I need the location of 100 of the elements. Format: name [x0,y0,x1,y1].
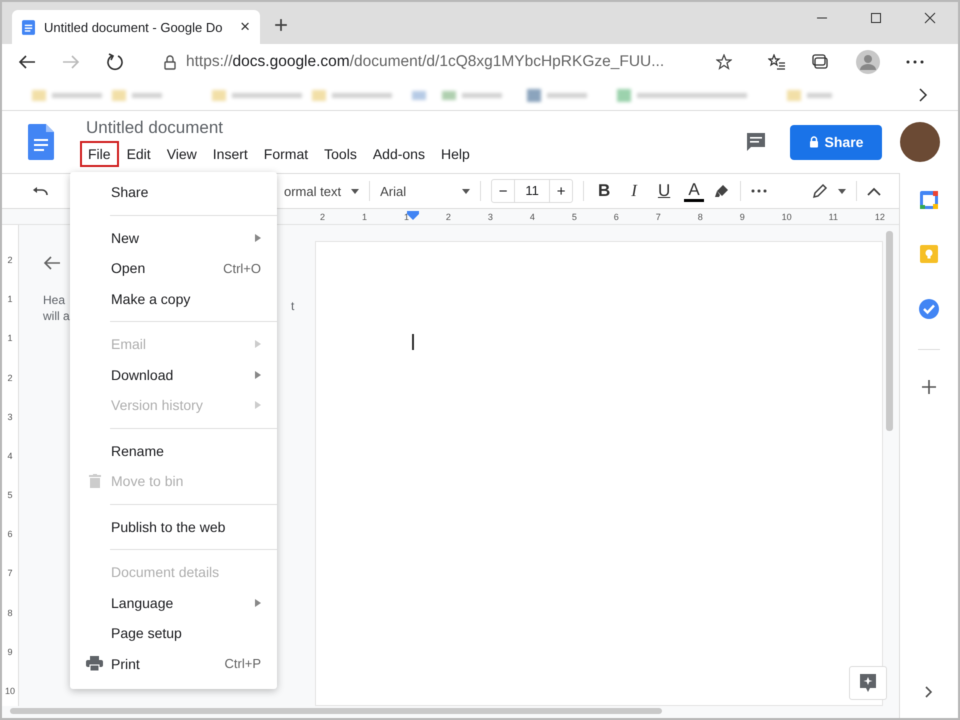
ruler-number: 2 [7,372,12,383]
browser-tab[interactable]: Untitled document - Google Do × [12,10,260,44]
outline-hint-text: Hea [43,293,66,307]
text-cursor [412,334,414,350]
document-title[interactable]: Untitled document [80,118,224,138]
trash-icon [88,474,100,488]
highlighter-icon[interactable] [714,183,730,199]
italic-button[interactable]: I [624,181,644,201]
menu-item[interactable]: Language [70,588,277,618]
profile-avatar-icon[interactable] [856,50,880,74]
menu-item[interactable]: New [70,222,277,253]
ruler-number: 11 [828,212,838,222]
chevron-right-icon[interactable] [925,686,933,698]
maximize-icon[interactable] [870,12,882,24]
font-size-field[interactable]: 11 [514,180,550,202]
ruler-number: 7 [7,568,12,578]
ruler-number: 10 [4,686,15,696]
printer-icon [86,656,103,672]
menu-item[interactable]: Add-ons [364,140,433,166]
menu-item[interactable]: Help [432,140,478,166]
menu-item[interactable]: Open Ctrl+O [70,253,277,284]
menu-item[interactable]: Format [256,140,316,166]
menu-item[interactable]: Insert [204,140,256,166]
indent-marker-icon[interactable] [407,211,419,221]
document-icon [22,20,35,34]
menu-item[interactable]: Make a copy [70,284,277,314]
comment-icon[interactable] [746,132,766,152]
ruler-number: 2 [320,212,326,222]
ruler-number: 7 [656,212,661,222]
ruler-number: 8 [7,608,12,618]
tab-title: Untitled document - Google Do [44,20,224,34]
close-tab-button[interactable]: × [240,17,250,37]
lock-icon [808,136,819,148]
checkmark-circle-icon[interactable] [919,299,939,319]
ruler-number: 3 [488,212,493,222]
ruler-number: 8 [698,212,703,222]
ruler-number: 1 [404,212,409,222]
outline-hint-text: will a [43,309,70,323]
more-options-icon[interactable] [751,189,768,193]
add-icon[interactable] [922,380,936,394]
ruler-number: 9 [740,212,745,222]
star-icon[interactable] [716,54,732,70]
menu-item[interactable]: File [80,140,119,166]
caret-icon[interactable] [838,188,846,194]
vertical-scrollbar[interactable] [886,231,893,431]
ruler-number: 2 [7,255,12,265]
bold-button[interactable]: B [594,181,614,201]
ruler-number: 12 [874,212,885,222]
decrease-size-button[interactable]: − [492,182,514,200]
favorites-icon[interactable] [768,54,786,70]
chevron-right-icon[interactable] [918,88,928,102]
pencil-icon[interactable] [812,183,828,199]
caret-icon[interactable] [462,188,470,194]
more-options-icon[interactable] [906,60,924,64]
menu-item[interactable]: Download [70,360,277,390]
menu-item[interactable]: Print Ctrl+P [70,648,277,679]
ruler-number: 6 [614,212,619,222]
increase-size-button[interactable]: + [550,182,572,200]
ruler-number: 10 [782,212,792,222]
ruler-number: 4 [7,450,12,461]
ruler-number: 6 [7,529,12,540]
menu-item[interactable]: Page setup [70,618,277,648]
collections-icon[interactable] [812,54,830,70]
menu-item[interactable]: Tools [316,140,365,166]
new-tab-button[interactable]: + [274,14,288,38]
ruler-number: 1 [362,212,367,222]
ruler-number: 1 [7,294,12,304]
ruler-number: 3 [7,412,12,422]
url-text: https://docs.google.com/document/d/1cQ8xg1MYbcHpRKGze_FUU... [186,53,666,71]
back-arrow-icon[interactable] [18,54,36,70]
ruler-number: 5 [7,490,12,500]
menu-item[interactable]: Edit [118,140,159,166]
back-arrow-icon[interactable] [43,255,61,271]
ruler-number: 4 [530,212,535,222]
menu-item[interactable]: Publish to the web [70,512,277,542]
share-button[interactable]: Share [790,124,882,160]
ruler-number: 1 [7,333,12,344]
calendar-icon[interactable] [920,191,938,209]
undo-icon[interactable] [32,186,48,196]
ruler-number: 5 [572,212,577,222]
avatar-placeholder[interactable] [900,122,940,162]
menu-item[interactable]: Rename [70,436,277,466]
underline-button[interactable]: U [654,181,674,201]
paragraph-style-dropdown[interactable]: ormal text [284,184,342,198]
horizontal-scrollbar[interactable] [10,708,662,714]
collapse-chevron-icon[interactable] [867,186,881,196]
sparkle-comment-icon [859,673,877,693]
docs-logo-icon[interactable] [28,124,54,160]
menu-item[interactable]: Share [70,177,277,208]
ruler-number: 9 [7,646,12,657]
font-dropdown[interactable]: Arial [380,184,452,198]
explore-button[interactable] [849,666,887,700]
caret-icon[interactable] [351,188,360,194]
reload-icon[interactable] [106,53,124,71]
close-icon[interactable] [924,12,936,24]
text-color-button[interactable]: A [684,180,704,202]
menu-item[interactable]: View [158,140,205,166]
lock-icon [164,54,176,70]
ruler-number: 2 [446,212,451,222]
outline-hint-text: t [291,299,294,313]
